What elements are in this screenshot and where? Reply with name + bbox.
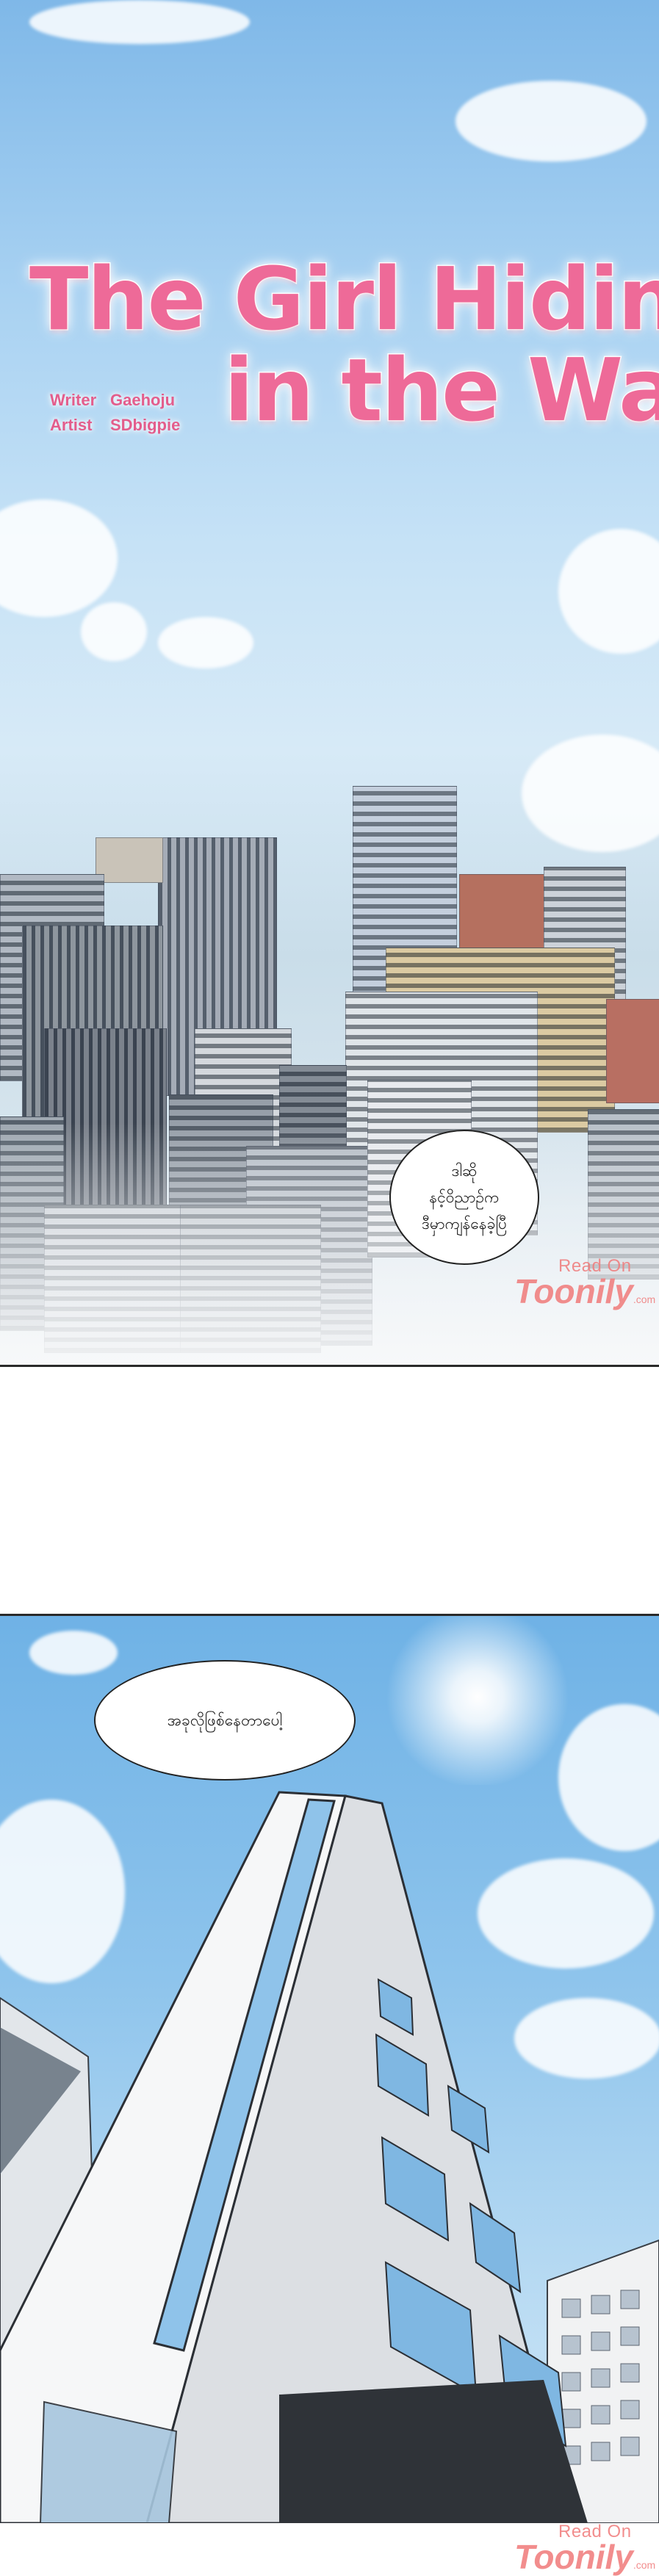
watermark-bottom: Read On Toonily.com [514,2523,656,2576]
watermark-bottom-suffix: .com [633,2559,656,2571]
artist-label: Artist [50,416,93,434]
speech-bubble-1: ဒါဆို နင့်ဝိညာဉ်က ဒီမှာကျန်နေခဲ့ပြီ [389,1130,539,1265]
city-haze [0,1122,659,1365]
watermark-bottom-brand: Toonily [514,2538,633,2576]
title-logo: The Girl Hiding in the Wall Writer Gaehoj… [0,220,659,455]
comic-page: The Girl Hiding in the Wall Writer Gaehoj… [0,0,659,2575]
speech-bubble-2-text: အခုလိုဖြစ်နေတာပေါ့ [167,1711,283,1729]
cloud [455,81,647,162]
tower-entrance [279,2380,588,2523]
title-line-2: in the Wall [223,339,659,442]
building [96,837,163,883]
speech-bubble-1-text: ဒါဆို နင့်ဝိညာဉ်က ဒီမှာကျန်နေခဲ့ပြီ [422,1162,507,1233]
title-line-1: The Girl Hiding [28,248,659,351]
building [606,999,659,1103]
writer-name: Gaehoju [110,391,176,409]
panel-city-title: The Girl Hiding in the Wall Writer Gaehoj… [0,0,659,1365]
panel-divider [0,1365,659,1367]
speech-bubble-2: အခုလိုဖြစ်နေတာပေါ့ [94,1660,356,1781]
writer-label: Writer [50,391,97,409]
watermark: Read On Toonily.com [514,1258,656,1310]
cloud [0,499,118,617]
cloud [29,0,250,44]
artist-name: SDbigpie [110,416,181,434]
watermark-suffix: .com [633,1294,656,1305]
credits: Writer Gaehoju Artist SDbigpie [50,388,180,438]
building [459,874,549,956]
watermark-brand: Toonily [514,1272,633,1310]
panel-tower: အခုလိုဖြစ်နေတာပေါ့ [0,1616,659,2523]
cloud [558,529,659,654]
cloud [158,617,253,668]
cloud [81,602,147,661]
